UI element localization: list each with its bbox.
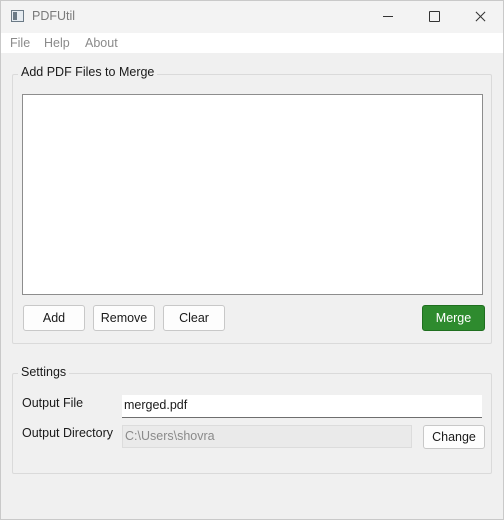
maximize-icon[interactable] — [411, 1, 457, 33]
settings-group-title: Settings — [18, 365, 70, 379]
clear-button[interactable]: Clear — [163, 305, 225, 331]
pdf-app-icon — [11, 10, 24, 22]
merge-button[interactable]: Merge — [422, 305, 485, 331]
menu-help[interactable]: Help — [44, 36, 70, 50]
output-directory-field: C:\Users\shovra — [122, 425, 412, 448]
remove-button[interactable]: Remove — [93, 305, 155, 331]
merge-group-title: Add PDF Files to Merge — [18, 65, 158, 79]
settings-groupbox — [12, 373, 492, 474]
output-directory-label: Output Directory — [22, 426, 114, 440]
menu-bar: File Help About — [1, 33, 503, 53]
output-file-input[interactable]: merged.pdf — [122, 395, 482, 418]
minimize-icon[interactable] — [365, 1, 411, 33]
window-title: PDFUtil — [32, 9, 76, 23]
title-bar: PDFUtil — [1, 1, 503, 33]
close-icon[interactable] — [457, 1, 503, 33]
output-file-label: Output File — [22, 396, 84, 410]
add-button[interactable]: Add — [23, 305, 85, 331]
menu-about[interactable]: About — [85, 36, 118, 50]
pdf-file-list[interactable] — [22, 94, 483, 295]
change-directory-button[interactable]: Change — [423, 425, 485, 449]
menu-file[interactable]: File — [10, 36, 30, 50]
app-window: PDFUtil File Help About Add PDF Files to… — [0, 0, 504, 520]
